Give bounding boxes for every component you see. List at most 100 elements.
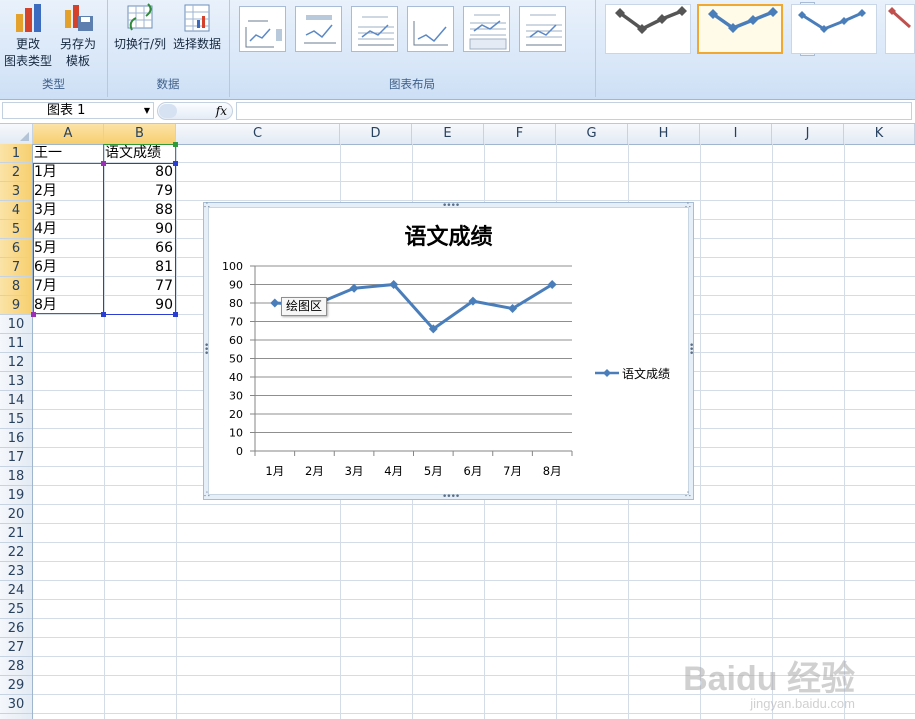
chart-plot-svg[interactable]: 01020304050607080901001月 2月 3月 4月 5月 6月 7月 8月语文… [203,202,694,500]
switch-row-column-button[interactable]: 切换行/列 [111,0,169,53]
row-header-27[interactable]: 27 [0,638,32,657]
column-header-f[interactable]: F [484,124,556,144]
chart-layout-6[interactable] [519,6,566,52]
range-handle[interactable] [173,161,178,166]
column-header-i[interactable]: I [700,124,772,144]
row-gridline [33,713,915,714]
resize-handle-right[interactable]: • • • [689,342,694,359]
y-tick-label: 100 [222,260,243,273]
chart-style-1[interactable] [605,4,691,54]
column-header-b[interactable]: B [104,124,176,144]
chart-type-icon [16,4,41,32]
row-header-6[interactable]: 6 [0,239,32,258]
row-header-22[interactable]: 22 [0,543,32,562]
resize-handle-bottom[interactable]: •••• [442,493,460,502]
column-header-e[interactable]: E [412,124,484,144]
row-header-15[interactable]: 15 [0,410,32,429]
chart-object[interactable]: 语文成绩 0 10 20 30 40 50 60 70 80 90 100 1月 2月 3月 4月 5月 6月 7… [203,202,694,502]
column-header-d[interactable]: D [340,124,412,144]
row-header-14[interactable]: 14 [0,391,32,410]
row-header-12[interactable]: 12 [0,353,32,372]
chart-style-4[interactable] [885,4,915,54]
row-header-9[interactable]: 9 [0,296,32,315]
range-handle[interactable] [31,312,36,317]
resize-handle-top-left[interactable]: ∴ [204,202,210,211]
change-chart-type-button[interactable]: 更改 图表类型 [2,0,54,70]
formula-bar-grip-icon[interactable] [159,104,177,118]
column-header-a[interactable]: A [33,124,104,144]
insert-function-button[interactable]: fx [216,103,227,119]
x-tick-label: 3月 [345,464,364,478]
legend-label[interactable]: 语文成绩 [622,366,670,381]
chart-layout-2[interactable] [295,6,342,52]
row-header-3[interactable]: 3 [0,182,32,201]
row-header-4[interactable]: 4 [0,201,32,220]
row-header-16[interactable]: 16 [0,429,32,448]
row-header-29[interactable]: 29 [0,676,32,695]
row-header-13[interactable]: 13 [0,372,32,391]
column-header-j[interactable]: J [772,124,844,144]
range-handle[interactable] [101,161,106,166]
name-box[interactable]: 图表 1 ▼ [2,102,154,119]
column-header-g[interactable]: G [556,124,628,144]
data-point-marker[interactable] [270,298,280,308]
category-range-outline [33,163,104,314]
legend-marker [603,369,611,377]
x-tick-label: 4月 [384,464,403,478]
series-range-outline [103,163,176,315]
row-header-30[interactable]: 30 [0,695,32,714]
row-header-25[interactable]: 25 [0,600,32,619]
chevron-down-icon[interactable]: ▼ [144,104,150,118]
cell-a1[interactable]: 王一 [34,144,62,163]
range-handle[interactable] [173,312,178,317]
row-header-20[interactable]: 20 [0,505,32,524]
resize-handle-top[interactable]: •••• [442,202,460,211]
chart-layout-1[interactable] [239,6,286,52]
data-point-marker[interactable] [349,283,359,293]
row-header-28[interactable]: 28 [0,657,32,676]
column-header-k[interactable]: K [844,124,915,144]
chart-layouts-group: ▲ ▼ ▼ 图表布局 [229,0,815,97]
row-header-2[interactable]: 2 [0,163,32,182]
column-header-c[interactable]: C [176,124,340,144]
chart-layout-4[interactable] [407,6,454,52]
row-header-1[interactable]: 1 [0,144,32,163]
row-gridline [33,599,915,600]
formula-input[interactable] [236,102,912,120]
chart-layout-3[interactable] [351,6,398,52]
row-header-23[interactable]: 23 [0,562,32,581]
column-header-h[interactable]: H [628,124,700,144]
type-group-title: 类型 [42,77,65,91]
save-template-icon [65,5,93,31]
row-header-19[interactable]: 19 [0,486,32,505]
y-tick-label: 40 [229,371,243,384]
row-header-11[interactable]: 11 [0,334,32,353]
select-data-button[interactable]: 选择数据 [169,0,225,53]
chart-style-2-selected[interactable] [697,4,783,54]
range-handle[interactable] [101,312,106,317]
row-header-7[interactable]: 7 [0,258,32,277]
chart-layout-5[interactable] [463,6,510,52]
switch-row-column-icon [127,3,153,31]
row-header-17[interactable]: 17 [0,448,32,467]
range-handle[interactable] [173,142,178,147]
save-as-template-button[interactable]: 另存为 模板 [54,0,102,70]
row-header-8[interactable]: 8 [0,277,32,296]
row-header-26[interactable]: 26 [0,619,32,638]
row-header-10[interactable]: 10 [0,315,32,334]
x-tick-label: 5月 [424,464,443,478]
chart-style-3[interactable] [791,4,877,54]
resize-handle-top-right[interactable]: ∴ [685,202,691,211]
switch-row-column-label: 切换行/列 [113,37,167,51]
row-header-18[interactable]: 18 [0,467,32,486]
row-gridline [33,580,915,581]
resize-handle-bottom-right[interactable]: ∴ [685,491,691,500]
y-tick-label: 10 [229,427,243,440]
row-header-24[interactable]: 24 [0,581,32,600]
resize-handle-left[interactable]: • • • [204,342,209,359]
select-all-corner[interactable] [0,124,33,144]
row-header-5[interactable]: 5 [0,220,32,239]
row-header-21[interactable]: 21 [0,524,32,543]
x-tick-label: 2月 [305,464,324,478]
resize-handle-bottom-left[interactable]: ∴ [204,491,210,500]
